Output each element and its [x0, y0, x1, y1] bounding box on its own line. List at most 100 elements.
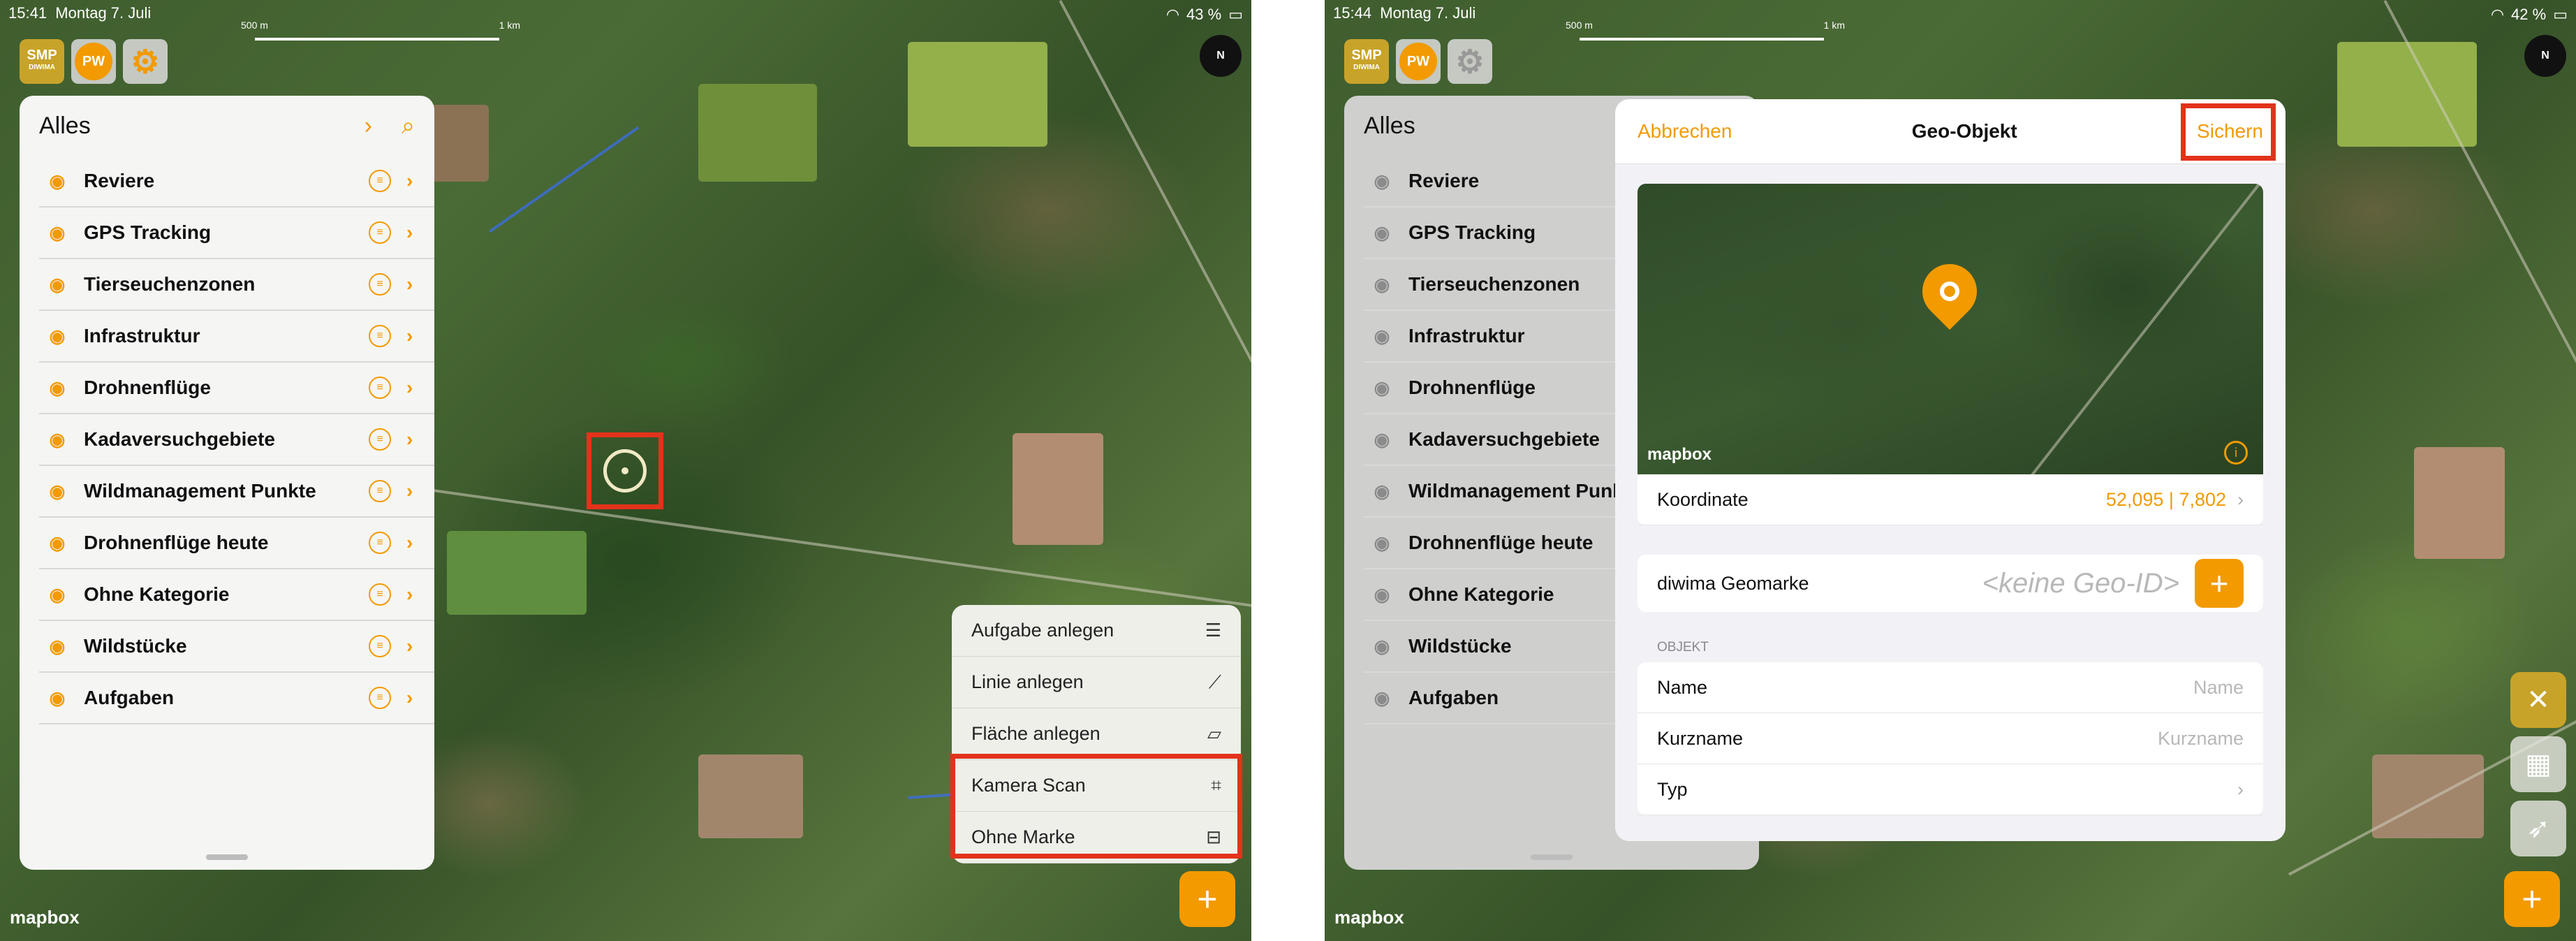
layer-row[interactable]: ◉ Ohne Kategorie ≡ ›: [39, 569, 434, 621]
task-list-icon: ☰: [1205, 620, 1221, 641]
coordinate-value: 52,095 | 7,802: [2105, 488, 2226, 510]
coordinate-card: Koordinate 52,095 | 7,802 ›: [1637, 474, 2263, 525]
panel-grabber[interactable]: [206, 854, 248, 860]
eye-icon[interactable]: ◉: [1364, 326, 1400, 347]
filter-icon[interactable]: ≡: [369, 170, 391, 192]
eye-icon[interactable]: ◉: [1364, 170, 1400, 192]
status-right: ◠ 42 % ▭: [2491, 4, 2568, 25]
eye-icon[interactable]: ◉: [39, 274, 75, 296]
layer-row[interactable]: ◉ GPS Tracking ≡ ›: [39, 207, 434, 259]
filter-icon[interactable]: ≡: [369, 221, 391, 244]
search-icon[interactable]: ⌕: [402, 112, 415, 140]
location-preview-map[interactable]: mapbox i: [1637, 184, 2263, 474]
layer-row[interactable]: ◉ Drohnenflüge heute ≡ ›: [39, 518, 434, 569]
battery-percent: 42 %: [2511, 6, 2547, 23]
layer-row[interactable]: ◉ Drohnenflüge ≡ ›: [39, 363, 434, 414]
add-geomark-button[interactable]: +: [2195, 559, 2244, 608]
eye-icon[interactable]: ◉: [1364, 274, 1400, 296]
eye-icon[interactable]: ◉: [39, 326, 75, 347]
add-button[interactable]: +: [2504, 871, 2560, 927]
smp-app-button[interactable]: SMP DIWIMA: [20, 39, 64, 84]
chevron-right-icon[interactable]: ›: [406, 583, 434, 606]
chevron-right-icon[interactable]: ›: [406, 532, 434, 554]
chevron-right-icon[interactable]: ›: [406, 377, 434, 399]
chevron-right-icon[interactable]: ›: [406, 325, 434, 347]
layer-row[interactable]: ◉ Reviere ≡ ›: [39, 156, 434, 207]
filter-icon[interactable]: ≡: [369, 583, 391, 606]
user-profile-button[interactable]: PW: [1396, 39, 1441, 84]
filter-icon[interactable]: ≡: [369, 273, 391, 296]
geomark-card: diwima Geomarke <keine Geo-ID> +: [1637, 555, 2263, 612]
menu-item[interactable]: Fläche anlegen ▱: [952, 708, 1241, 760]
eye-icon[interactable]: ◉: [1364, 532, 1400, 554]
chevron-right-icon[interactable]: ›: [406, 635, 434, 657]
filter-icon[interactable]: ≡: [369, 377, 391, 399]
eye-icon[interactable]: ◉: [1364, 687, 1400, 709]
filter-icon[interactable]: ≡: [369, 635, 391, 657]
eye-icon[interactable]: ◉: [39, 532, 75, 554]
layer-row[interactable]: ◉ Wildstücke ≡ ›: [39, 621, 434, 673]
menu-item[interactable]: Linie anlegen ⟋: [952, 657, 1241, 708]
eye-icon[interactable]: ◉: [39, 377, 75, 399]
eye-icon[interactable]: ◉: [39, 222, 75, 244]
eye-icon[interactable]: ◉: [39, 584, 75, 606]
eye-icon[interactable]: ◉: [1364, 481, 1400, 502]
chevron-right-icon[interactable]: ›: [406, 687, 434, 709]
cancel-button[interactable]: Abbrechen: [1637, 120, 1732, 143]
eye-icon[interactable]: ◉: [1364, 222, 1400, 244]
layer-row[interactable]: ◉ Aufgaben ≡ ›: [39, 673, 434, 724]
eye-icon[interactable]: ◉: [39, 429, 75, 451]
eye-icon[interactable]: ◉: [39, 481, 75, 502]
eye-icon[interactable]: ◉: [1364, 636, 1400, 657]
filter-icon[interactable]: ≡: [369, 428, 391, 451]
map-field: [2414, 447, 2505, 559]
eye-icon[interactable]: ◉: [1364, 429, 1400, 451]
layer-row[interactable]: ◉ Infrastruktur ≡ ›: [39, 311, 434, 363]
coordinate-row[interactable]: Koordinate 52,095 | 7,802 ›: [1637, 474, 2263, 525]
layer-row[interactable]: ◉ Wildmanagement Punkte ≡ ›: [39, 466, 434, 518]
compass-icon[interactable]: N: [2524, 35, 2566, 77]
layer-list: ◉ Reviere ≡ › ◉ GPS Tracking ≡ › ◉ Tierseuchenzon…: [20, 156, 434, 724]
location-button[interactable]: ➶: [2510, 801, 2566, 856]
chevron-right-icon[interactable]: ›: [406, 273, 434, 296]
eye-icon[interactable]: ◉: [39, 636, 75, 657]
mapbox-logo: mapbox: [10, 907, 80, 928]
field-row[interactable]: Kurzname Kurzname: [1637, 713, 2263, 764]
chevron-right-icon[interactable]: ›: [406, 170, 434, 192]
filter-icon[interactable]: ≡: [369, 687, 391, 709]
chevron-right-icon[interactable]: ›: [406, 428, 434, 451]
panel-grabber[interactable]: [1531, 854, 1573, 860]
right-screen: 15:44 Montag 7. Juli ◠ 42 % ▭ 500 m 1 km N…: [1325, 0, 2576, 941]
chevron-right-icon[interactable]: ›: [406, 480, 434, 502]
field-row[interactable]: Typ ›: [1637, 764, 2263, 815]
location-target-highlight[interactable]: [587, 432, 663, 509]
filter-icon[interactable]: ≡: [369, 325, 391, 347]
layer-row[interactable]: ◉ Kadaversuchgebiete ≡ ›: [39, 414, 434, 466]
eye-icon[interactable]: ◉: [39, 687, 75, 709]
settings-button[interactable]: ⚙: [123, 39, 168, 84]
close-button[interactable]: ✕: [2510, 672, 2566, 728]
scale-start-label: 500 m: [1566, 20, 1593, 31]
settings-button[interactable]: ⚙: [1448, 39, 1492, 84]
smp-app-button[interactable]: SMP DIWIMA: [1344, 39, 1389, 84]
info-icon[interactable]: i: [2224, 441, 2248, 465]
eye-icon[interactable]: ◉: [1364, 584, 1400, 606]
user-profile-button[interactable]: PW: [71, 39, 116, 84]
compass-icon[interactable]: N: [1200, 35, 1242, 77]
filter-icon[interactable]: ≡: [369, 480, 391, 502]
top-toolbar: SMP DIWIMA PW ⚙: [1344, 39, 1492, 84]
geo-object-sheet: Abbrechen Geo-Objekt Sichern mapbox i Ko…: [1615, 99, 2286, 841]
field-row[interactable]: Name Name: [1637, 662, 2263, 713]
add-button[interactable]: +: [1179, 871, 1235, 927]
top-toolbar: SMP DIWIMA PW ⚙: [20, 39, 168, 84]
filter-icon[interactable]: ≡: [369, 532, 391, 554]
status-right: ◠ 43 % ▭: [1166, 4, 1243, 25]
eye-icon[interactable]: ◉: [39, 170, 75, 192]
menu-item[interactable]: Aufgabe anlegen ☰: [952, 605, 1241, 657]
eye-icon[interactable]: ◉: [1364, 377, 1400, 399]
map-mode-button[interactable]: ▦: [2510, 736, 2566, 792]
chevron-right-icon[interactable]: ›: [365, 112, 372, 140]
layer-row[interactable]: ◉ Tierseuchenzonen ≡ ›: [39, 259, 434, 311]
chevron-right-icon[interactable]: ›: [406, 221, 434, 244]
layer-label: Tierseuchenzonen: [84, 273, 256, 295]
